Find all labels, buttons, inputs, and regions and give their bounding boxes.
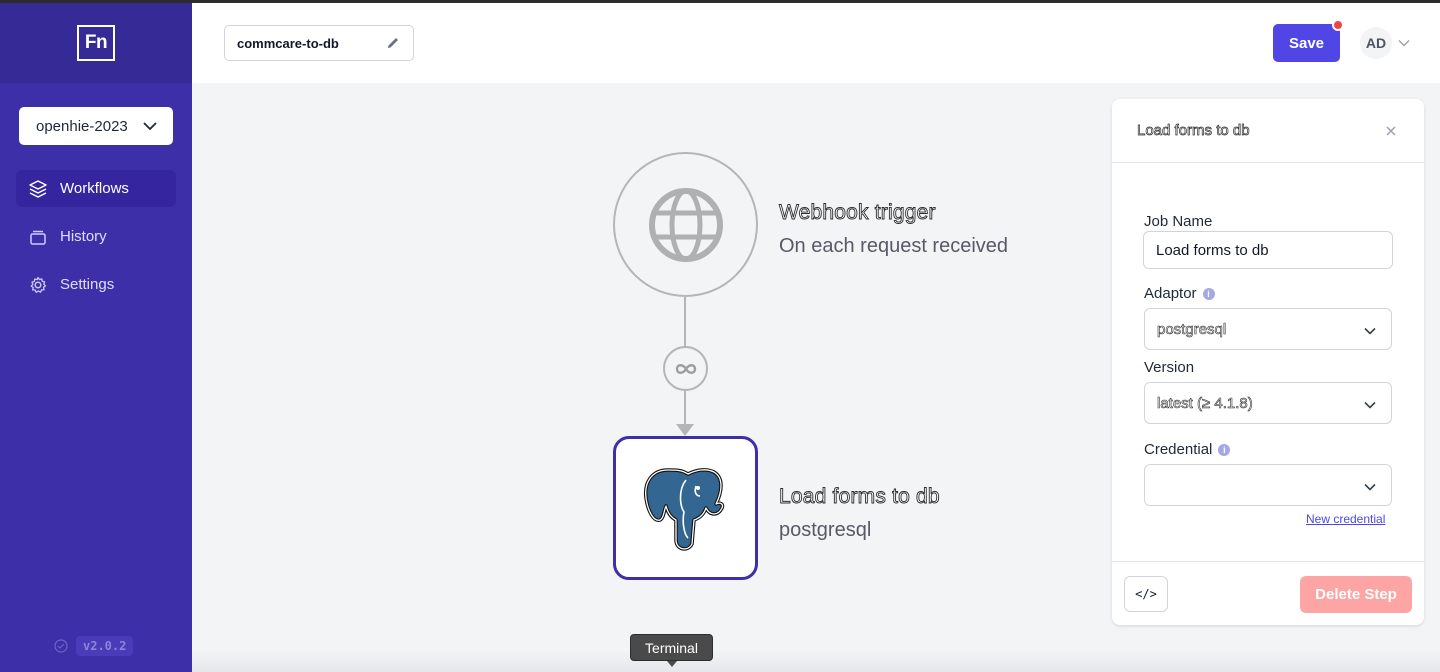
sidebar-item-workflows[interactable]: Workflows xyxy=(16,170,176,207)
workflow-name-field[interactable]: commcare-to-db xyxy=(224,25,414,61)
sidebar-item-label: Workflows xyxy=(60,180,129,197)
postgresql-elephant-icon xyxy=(643,468,724,551)
job-node-title: Load forms to db xyxy=(779,485,940,509)
credential-select[interactable] xyxy=(1144,464,1392,506)
chevron-down-icon xyxy=(1364,401,1376,409)
gear-icon xyxy=(28,275,48,295)
job-name-label: Job Name xyxy=(1144,213,1213,230)
edge-line-top xyxy=(684,297,686,347)
job-name-input[interactable]: Load forms to db xyxy=(1143,231,1393,269)
trigger-node-title: Webhook trigger xyxy=(779,201,936,225)
chevron-down-icon xyxy=(1364,327,1376,335)
unsaved-changes-indicator xyxy=(1332,19,1344,31)
adaptor-label: Adaptor i xyxy=(1144,285,1215,302)
version-badge: v2.0.2 xyxy=(76,636,134,656)
close-icon[interactable] xyxy=(1384,124,1398,138)
panel-footer-divider xyxy=(1112,561,1424,562)
chevron-down-icon xyxy=(143,122,157,131)
job-node-selected[interactable] xyxy=(613,436,758,580)
sidebar-header: Fn xyxy=(0,3,192,83)
chevron-down-icon xyxy=(1364,483,1376,491)
top-header: commcare-to-db Save AD xyxy=(192,3,1440,83)
workflow-name-text: commcare-to-db xyxy=(237,35,339,51)
version-info: v2.0.2 xyxy=(54,636,134,656)
credential-label: Credential i xyxy=(1144,441,1231,458)
version-value: latest (≥ 4.1.8) xyxy=(1157,394,1253,412)
new-credential-link[interactable]: New credential xyxy=(1306,512,1385,526)
sidebar-item-settings[interactable]: Settings xyxy=(16,266,176,303)
edge-arrow-head xyxy=(676,424,694,436)
project-selector-label: openhie-2023 xyxy=(36,117,128,135)
terminal-tooltip: Terminal xyxy=(630,634,713,661)
adaptor-value: postgresql xyxy=(1157,320,1227,338)
sidebar-item-label: History xyxy=(60,228,107,245)
job-inspector-panel: Load forms to db Job Name Load forms to … xyxy=(1112,99,1424,625)
version-label: Version xyxy=(1144,359,1195,376)
chevron-down-icon[interactable] xyxy=(1398,37,1410,49)
job-node-subtitle: postgresql xyxy=(779,519,872,541)
webhook-trigger-node[interactable] xyxy=(613,152,758,297)
job-name-value: Load forms to db xyxy=(1156,241,1269,259)
user-avatar[interactable]: AD xyxy=(1360,27,1392,59)
pencil-icon[interactable] xyxy=(385,35,401,51)
infinity-icon xyxy=(675,363,696,374)
info-icon[interactable]: i xyxy=(1202,287,1215,300)
save-button[interactable]: Save xyxy=(1273,24,1340,62)
globe-icon xyxy=(648,187,723,262)
version-select[interactable]: latest (≥ 4.1.8) xyxy=(1144,382,1392,424)
archive-icon xyxy=(28,227,48,247)
info-icon[interactable]: i xyxy=(1218,443,1231,456)
app-logo[interactable]: Fn xyxy=(77,25,115,61)
layers-icon xyxy=(28,179,48,199)
check-circle-icon xyxy=(54,639,68,653)
edge-line-bottom xyxy=(684,391,686,425)
delete-step-button[interactable]: Delete Step xyxy=(1300,576,1412,613)
panel-header-divider xyxy=(1112,162,1424,163)
panel-title: Load forms to db xyxy=(1137,122,1250,140)
edge-condition-button[interactable] xyxy=(663,346,708,391)
sidebar: Fn openhie-2023 Workflows History Settin… xyxy=(0,3,192,672)
tooltip-caret xyxy=(667,661,677,667)
adaptor-select[interactable]: postgresql xyxy=(1144,308,1392,350)
sidebar-item-label: Settings xyxy=(60,276,115,293)
open-code-editor-button[interactable]: </> xyxy=(1124,576,1168,612)
sidebar-item-history[interactable]: History xyxy=(16,218,176,255)
bottom-drawer-handle[interactable] xyxy=(192,650,1440,672)
trigger-node-subtitle: On each request received xyxy=(779,235,1009,257)
project-selector[interactable]: openhie-2023 xyxy=(19,107,173,145)
window-top-border xyxy=(0,0,1440,3)
